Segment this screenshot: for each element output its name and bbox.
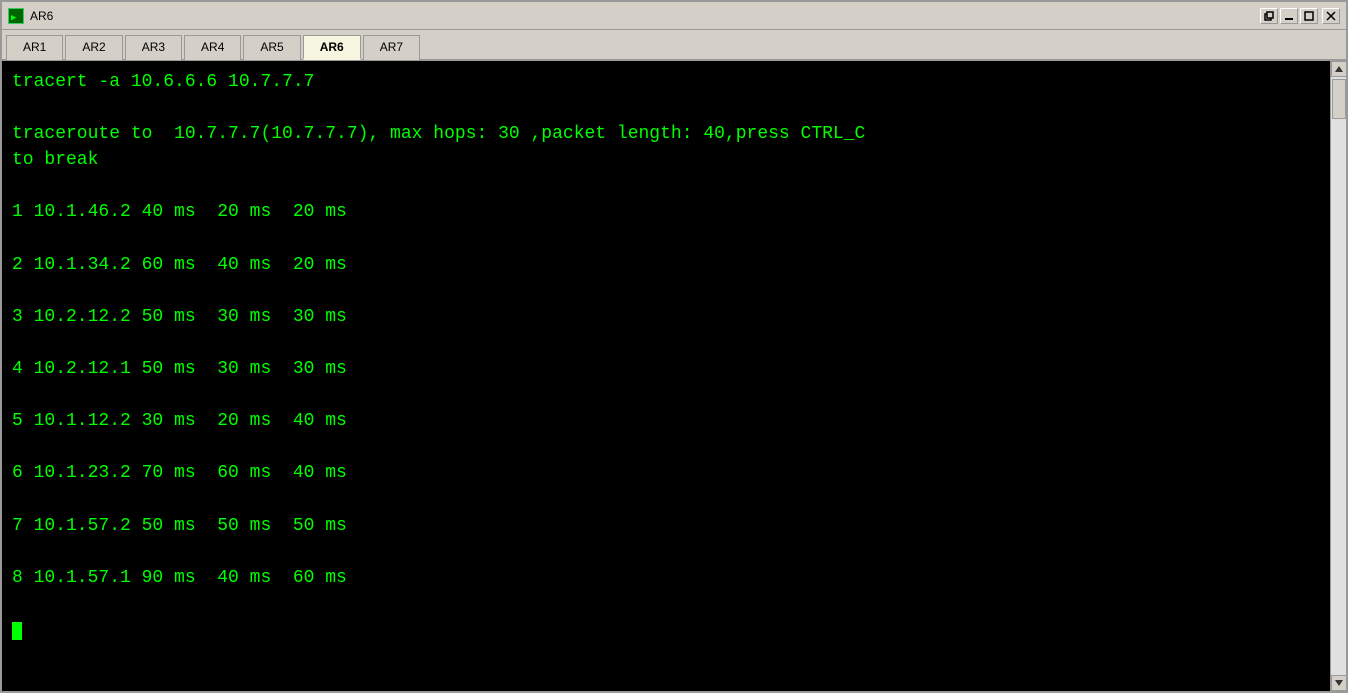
hop-row-3: 3 10.2.12.2 50 ms 30 ms 30 ms <box>12 307 347 327</box>
scroll-down-button[interactable] <box>1331 675 1347 691</box>
maximize-button[interactable] <box>1300 8 1318 24</box>
hop-row-2: 2 10.1.34.2 60 ms 40 ms 20 ms <box>12 255 347 275</box>
tab-ar3[interactable]: AR3 <box>125 35 182 60</box>
scroll-thumb[interactable] <box>1332 79 1346 119</box>
terminal-info-line2: to break <box>12 150 98 170</box>
scroll-up-button[interactable] <box>1331 61 1347 77</box>
minimize-button[interactable] <box>1280 8 1298 24</box>
window-title: AR6 <box>30 9 1260 23</box>
tab-ar7[interactable]: AR7 <box>363 35 420 60</box>
tab-ar4[interactable]: AR4 <box>184 35 241 60</box>
close-button[interactable] <box>1322 8 1340 24</box>
main-window: ▶ AR6 <box>0 0 1348 693</box>
terminal-command: tracert -a 10.6.6.6 10.7.7.7 <box>12 72 314 92</box>
title-bar: ▶ AR6 <box>2 2 1346 30</box>
hop-row-5: 5 10.1.12.2 30 ms 20 ms 40 ms <box>12 411 347 431</box>
terminal-container: tracert -a 10.6.6.6 10.7.7.7 traceroute … <box>2 61 1346 691</box>
tab-ar2[interactable]: AR2 <box>65 35 122 60</box>
terminal-output[interactable]: tracert -a 10.6.6.6 10.7.7.7 traceroute … <box>2 61 1330 691</box>
tab-ar6[interactable]: AR6 <box>303 35 361 60</box>
tab-ar1[interactable]: AR1 <box>6 35 63 60</box>
hop-row-7: 7 10.1.57.2 50 ms 50 ms 50 ms <box>12 516 347 536</box>
hop-row-4: 4 10.2.12.1 50 ms 30 ms 30 ms <box>12 359 347 379</box>
restore-down-button[interactable] <box>1260 8 1278 24</box>
hop-row-6: 6 10.1.23.2 70 ms 60 ms 40 ms <box>12 463 347 483</box>
tab-bar: AR1 AR2 AR3 AR4 AR5 AR6 AR7 <box>2 30 1346 61</box>
tab-ar5[interactable]: AR5 <box>243 35 300 60</box>
hop-row-1: 1 10.1.46.2 40 ms 20 ms 20 ms <box>12 202 347 222</box>
terminal-info-line1: traceroute to 10.7.7.7(10.7.7.7), max ho… <box>12 124 865 144</box>
window-controls <box>1260 8 1340 24</box>
window-icon: ▶ <box>8 8 24 24</box>
svg-text:▶: ▶ <box>11 13 17 23</box>
hop-row-8: 8 10.1.57.1 90 ms 40 ms 60 ms <box>12 568 347 588</box>
scrollbar <box>1330 61 1346 691</box>
terminal-cursor <box>12 622 22 640</box>
scroll-track[interactable] <box>1331 77 1346 675</box>
